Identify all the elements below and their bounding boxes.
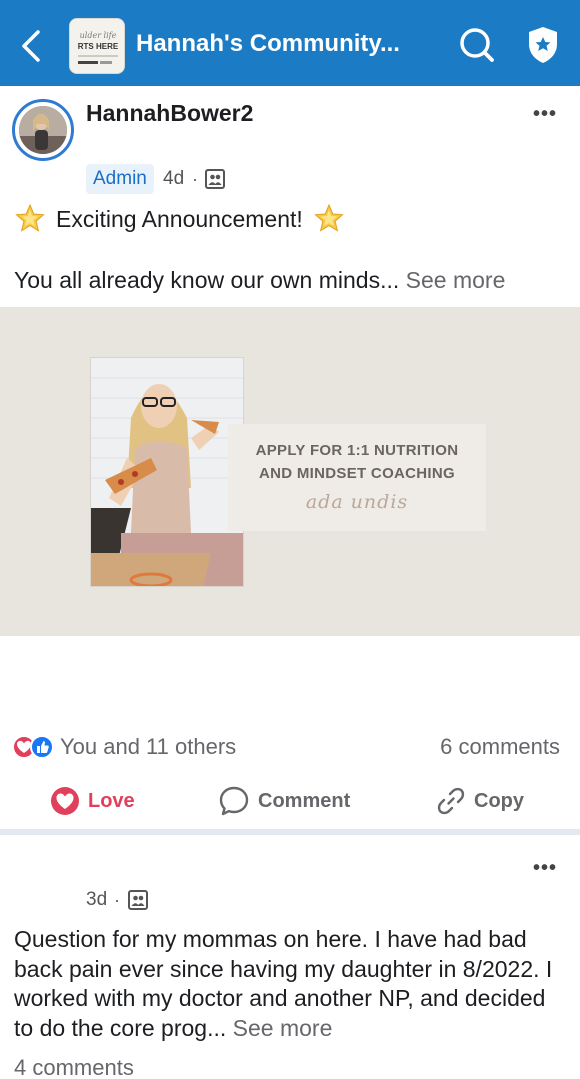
- headline-text: Exciting Announcement!: [56, 206, 303, 232]
- promo-signature: ada undis: [305, 491, 409, 513]
- love-icon: [51, 787, 79, 815]
- group-thumbnail-image: ulder life RTS HERE: [70, 19, 124, 73]
- author-name[interactable]: HannahBower2: [86, 98, 253, 128]
- coach-photo: [90, 357, 244, 587]
- group-thumbnail[interactable]: ulder life RTS HERE: [69, 18, 125, 74]
- group-audience-icon: [128, 890, 148, 910]
- promo-line-1: APPLY FOR 1:1 NUTRITION: [255, 442, 459, 459]
- post-options-button[interactable]: •••: [528, 858, 562, 880]
- group-audience-icon: [205, 169, 225, 189]
- post-divider: [0, 829, 580, 835]
- link-icon: [437, 787, 465, 815]
- love-label: Love: [88, 789, 135, 812]
- back-icon: [22, 30, 40, 62]
- reactions-text: You and 11 others: [60, 734, 237, 759]
- search-button[interactable]: [458, 26, 496, 64]
- post-body-text: You all already know our own minds...: [14, 267, 400, 293]
- copy-link-button[interactable]: Copy: [436, 784, 524, 818]
- group-title[interactable]: Hannah's Community...: [136, 28, 436, 60]
- promo-card: APPLY FOR 1:1 NUTRITION AND MINDSET COAC…: [228, 424, 486, 531]
- reactions-summary[interactable]: You and 11 others: [12, 733, 236, 761]
- back-button[interactable]: [14, 24, 50, 68]
- like-reaction-icon: [30, 735, 54, 759]
- post-image[interactable]: APPLY FOR 1:1 NUTRITION AND MINDSET COAC…: [0, 307, 580, 636]
- search-icon: [460, 28, 494, 62]
- post-time: 3d: [86, 889, 108, 910]
- meta-separator: ·: [192, 169, 198, 189]
- comment-icon: [219, 786, 249, 816]
- post-headline: Exciting Announcement!: [14, 202, 345, 236]
- moderation-button[interactable]: [524, 24, 562, 66]
- glowing-star-icon: [314, 203, 344, 232]
- promo-line-2: AND MINDSET COACHING: [259, 465, 455, 482]
- meta-separator: ·: [114, 890, 120, 910]
- copy-label: Copy: [474, 789, 524, 812]
- author-avatar[interactable]: [12, 99, 74, 161]
- shield-star-icon: [529, 27, 557, 63]
- post-options-button[interactable]: •••: [528, 104, 562, 126]
- post-body: Question for my mommas on here. I have h…: [14, 925, 570, 1043]
- comment-button[interactable]: Comment: [218, 784, 350, 818]
- see-more-link[interactable]: See more: [233, 1015, 333, 1041]
- top-bar: ulder life RTS HERE Hannah's Community..…: [0, 0, 580, 86]
- thumb-line-2: RTS HERE: [78, 42, 119, 51]
- love-button[interactable]: Love: [50, 784, 135, 818]
- comments-count[interactable]: 4 comments: [14, 1054, 134, 1079]
- glowing-star-icon: [15, 203, 45, 232]
- comment-label: Comment: [258, 789, 351, 812]
- avatar-photo: [19, 106, 67, 154]
- comments-count[interactable]: 6 comments: [440, 733, 560, 761]
- post-body: You all already know our own minds... Se…: [14, 264, 570, 296]
- post-time: 4d: [163, 168, 185, 189]
- see-more-link[interactable]: See more: [406, 267, 506, 293]
- admin-badge: Admin: [86, 164, 154, 194]
- thumb-line-1: ulder life: [80, 31, 117, 40]
